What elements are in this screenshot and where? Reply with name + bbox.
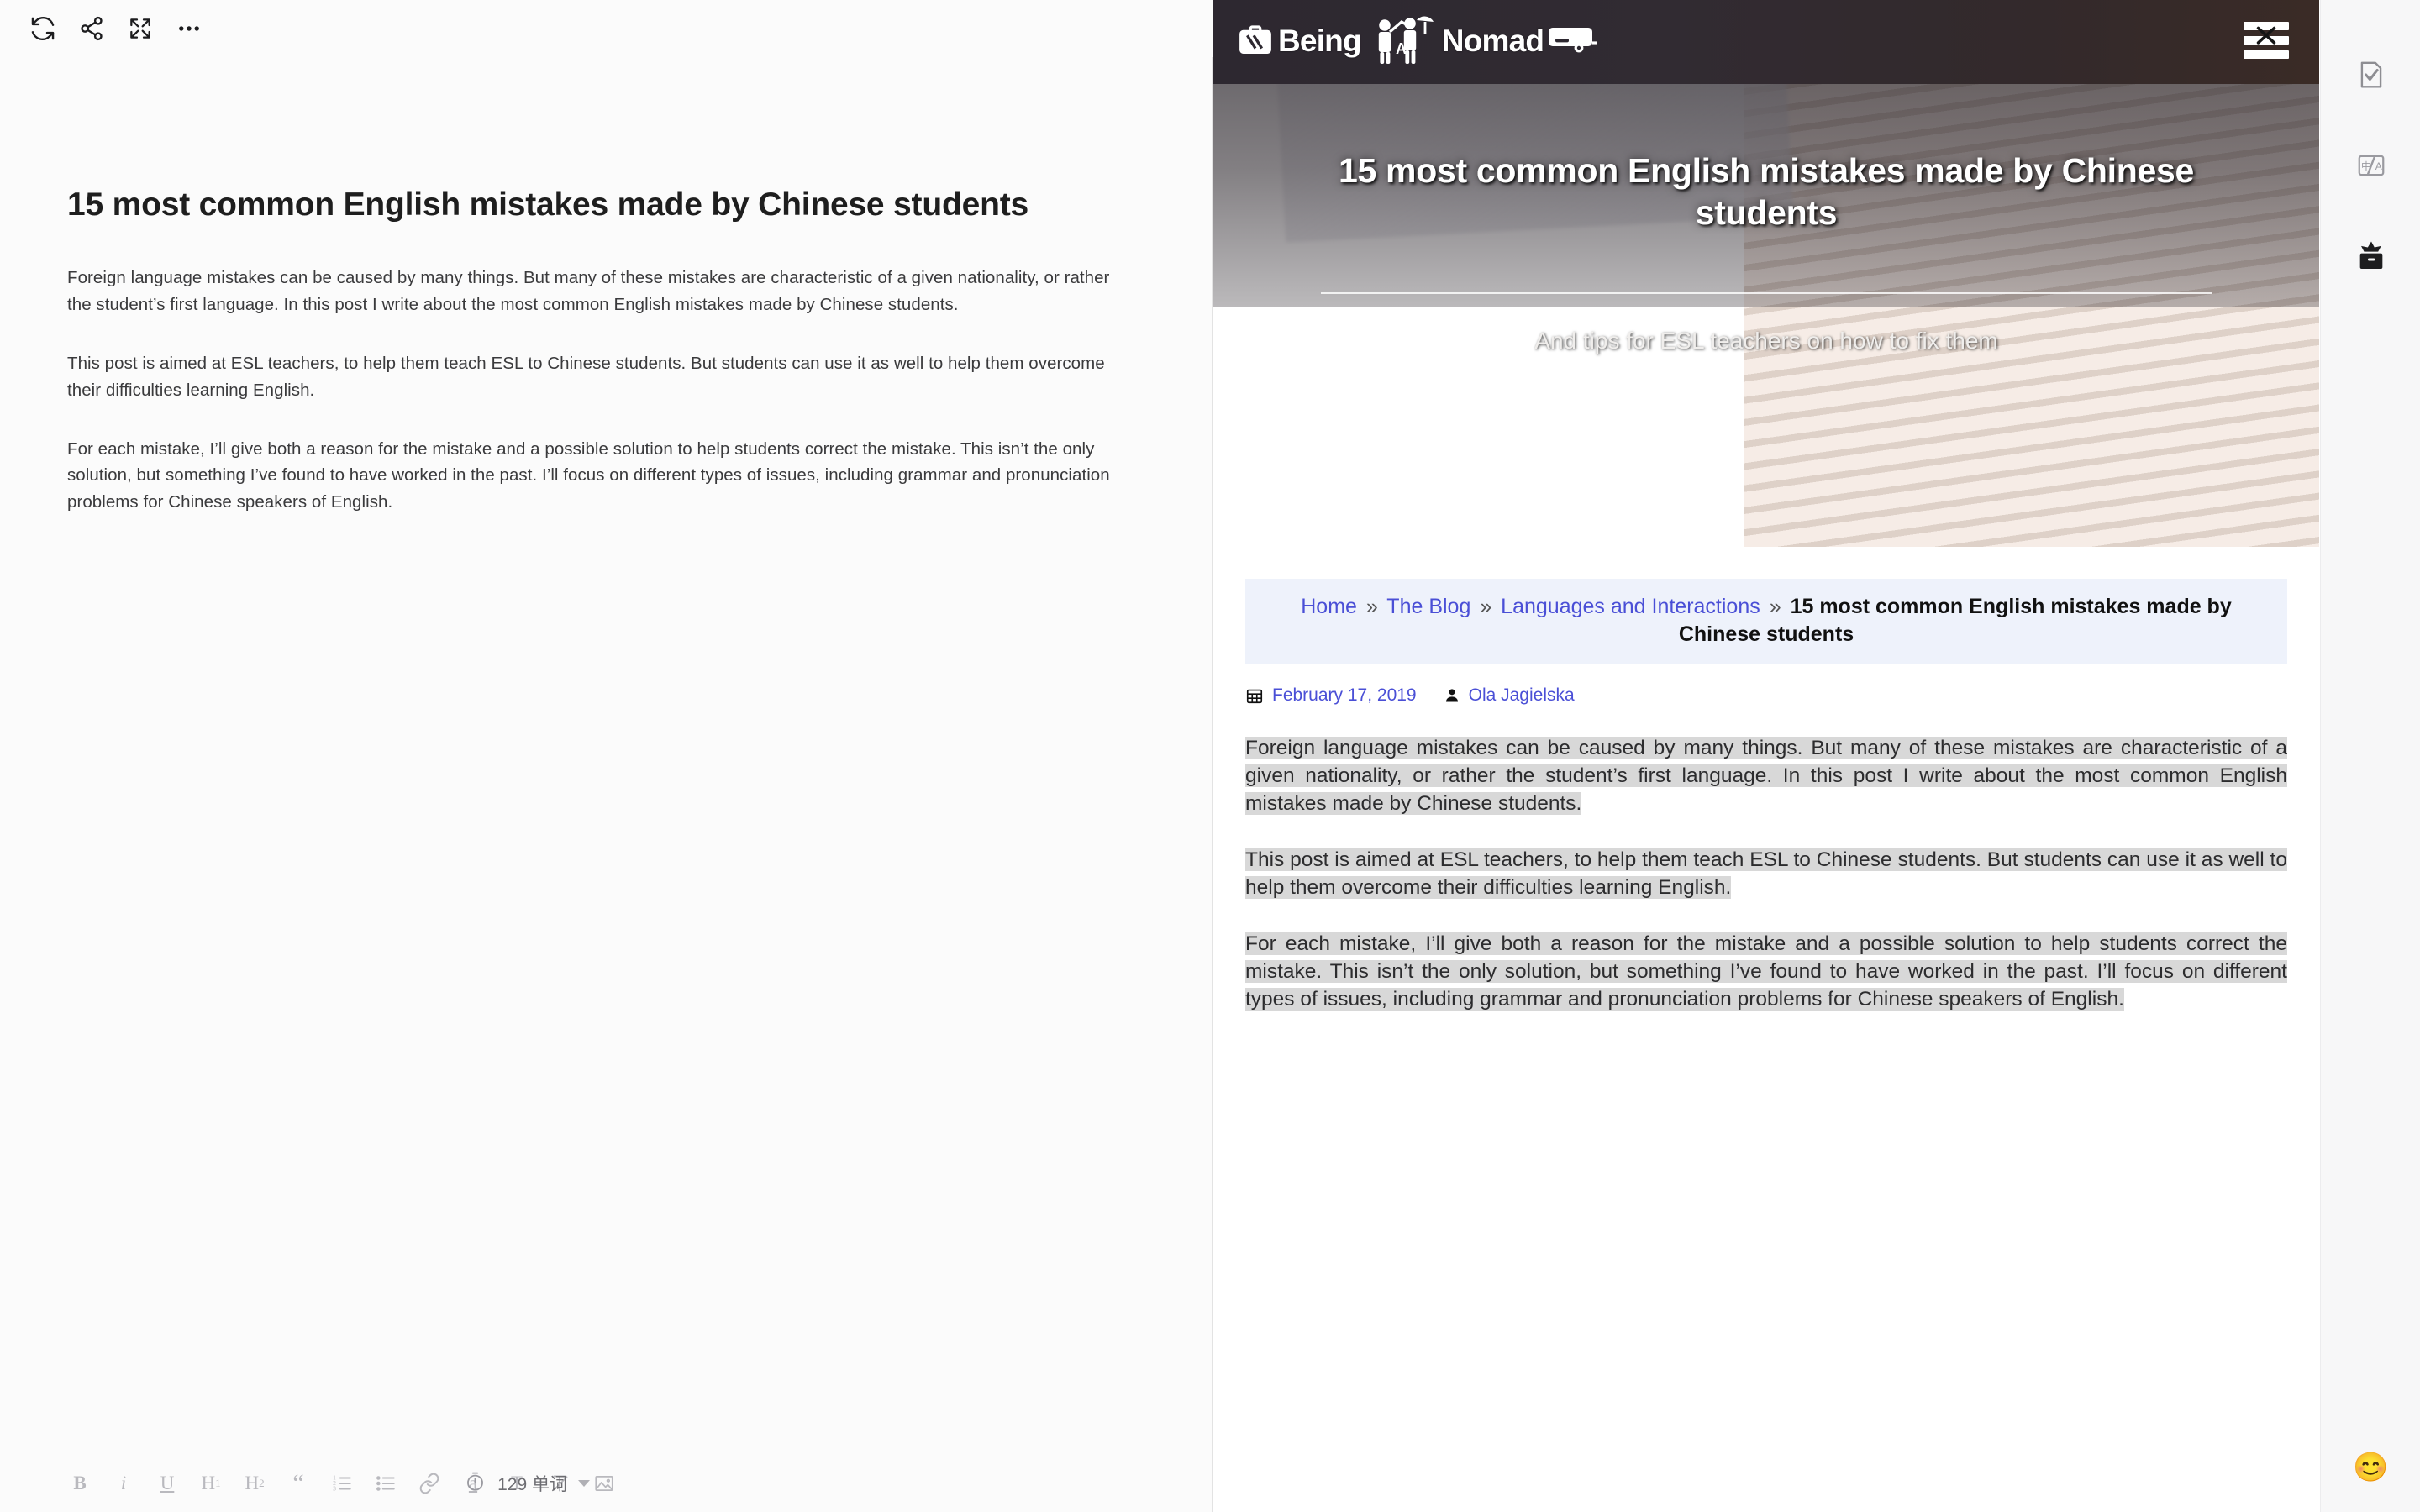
ordered-list-button[interactable]: 1 2 3 — [328, 1464, 356, 1503]
post-meta: February 17, 2019 Ola Jagielska — [1245, 685, 2319, 706]
timer-icon — [464, 1470, 487, 1497]
user-icon — [1444, 687, 1460, 704]
suitcase-icon — [1236, 20, 1275, 63]
svg-text:3: 3 — [333, 1485, 336, 1493]
editor-top-toolbar — [0, 0, 1213, 57]
unordered-list-button[interactable] — [371, 1464, 400, 1503]
insert-image-button[interactable] — [590, 1464, 618, 1503]
document-paragraph[interactable]: For each mistake, I’ll give both a reaso… — [67, 436, 1118, 516]
article-paragraph: This post is aimed at ESL teachers, to h… — [1245, 846, 2287, 901]
link-button[interactable] — [415, 1464, 444, 1503]
heading-1-button[interactable]: H1 — [197, 1464, 225, 1503]
breadcrumb-item-languages-and-interactions[interactable]: Languages and Interactions — [1501, 595, 1760, 618]
share-icon[interactable] — [67, 4, 116, 53]
breadcrumb-current-page: 15 most common English mistakes made by … — [1678, 595, 2232, 647]
calendar-icon — [1245, 686, 1264, 705]
hero-subtitle: And tips for ESL teachers on how to fix … — [1534, 328, 1998, 354]
document-paragraph[interactable]: This post is aimed at ESL teachers, to h… — [67, 350, 1118, 404]
translate-icon[interactable]: 中 A — [2321, 134, 2420, 197]
breadcrumb-separator: » — [1365, 595, 1378, 618]
heading-2-button[interactable]: H2 — [240, 1464, 269, 1503]
refresh-sync-icon[interactable] — [18, 4, 67, 53]
site-header-bar: Being A Nomad — [1213, 0, 2319, 84]
article-body: Home » The Blog » Languages and Interact… — [1213, 547, 2319, 1013]
editor-format-toolbar: B i U H1 H2 “ 1 2 3 a T 129 单词 — [0, 1455, 1212, 1512]
h1-level: 1 — [215, 1477, 221, 1489]
breadcrumb: Home » The Blog » Languages and Interact… — [1245, 579, 2287, 664]
h2-letter: H — [245, 1473, 260, 1494]
post-author[interactable]: Ola Jagielska — [1469, 685, 1575, 706]
markdown-editor-pane: 15 most common English mistakes made by … — [0, 0, 1213, 1512]
document-title[interactable]: 15 most common English mistakes made by … — [67, 183, 1101, 226]
word-count-label: 129 单词 — [497, 1475, 567, 1494]
breadcrumb-separator: » — [1769, 595, 1781, 618]
caravan-icon — [1547, 23, 1599, 60]
post-date[interactable]: February 17, 2019 — [1272, 685, 1417, 706]
breadcrumb-separator: » — [1480, 595, 1492, 618]
selected-text: This post is aimed at ESL teachers, to h… — [1245, 848, 2287, 899]
word-count-control[interactable]: 129 单词 — [464, 1455, 590, 1512]
document-check-icon[interactable] — [2321, 44, 2420, 106]
underline-button[interactable]: U — [153, 1464, 182, 1503]
article-paragraph: Foreign language mistakes can be caused … — [1245, 734, 2287, 817]
hero-title: 15 most common English mistakes made by … — [1338, 151, 2195, 233]
svg-text:A: A — [2375, 160, 2381, 172]
italic-button[interactable]: i — [109, 1464, 138, 1503]
hero-divider — [1321, 292, 2212, 294]
editor-document-area[interactable]: 15 most common English mistakes made by … — [0, 57, 1212, 1455]
bold-button[interactable]: B — [66, 1464, 94, 1503]
hamburger-menu-icon[interactable] — [2244, 20, 2289, 60]
breadcrumb-item-home[interactable]: Home — [1301, 595, 1357, 618]
logo-word-nomad: Nomad — [1441, 24, 1544, 58]
right-icon-rail: 中 A 😊 — [2320, 0, 2420, 1512]
selected-text: For each mistake, I’ll give both a reaso… — [1245, 932, 2287, 1011]
document-paragraph[interactable]: Foreign language mistakes can be caused … — [67, 265, 1118, 318]
two-travelers-icon: A — [1365, 15, 1439, 67]
blockquote-button[interactable]: “ — [284, 1464, 313, 1503]
archive-box-icon[interactable] — [2321, 225, 2420, 287]
fullscreen-icon[interactable] — [116, 4, 165, 53]
site-logo[interactable]: Being A Nomad — [1236, 15, 1599, 67]
more-options-icon[interactable] — [165, 4, 213, 53]
h1-letter: H — [201, 1473, 216, 1494]
breadcrumb-item-the-blog[interactable]: The Blog — [1386, 595, 1470, 618]
h2-level: 2 — [259, 1477, 265, 1489]
svg-text:A: A — [1396, 40, 1407, 57]
chevron-down-icon[interactable] — [578, 1480, 590, 1487]
article-paragraph: For each mistake, I’ll give both a reaso… — [1245, 930, 2287, 1013]
logo-word-being: Being — [1278, 24, 1362, 58]
selected-text: Foreign language mistakes can be caused … — [1245, 736, 2287, 815]
svg-text:中: 中 — [2360, 160, 2370, 172]
article-preview-pane: 15 most common English mistakes made by … — [1213, 0, 2319, 1512]
emoji-feedback-button[interactable]: 😊 — [2321, 1446, 2420, 1488]
